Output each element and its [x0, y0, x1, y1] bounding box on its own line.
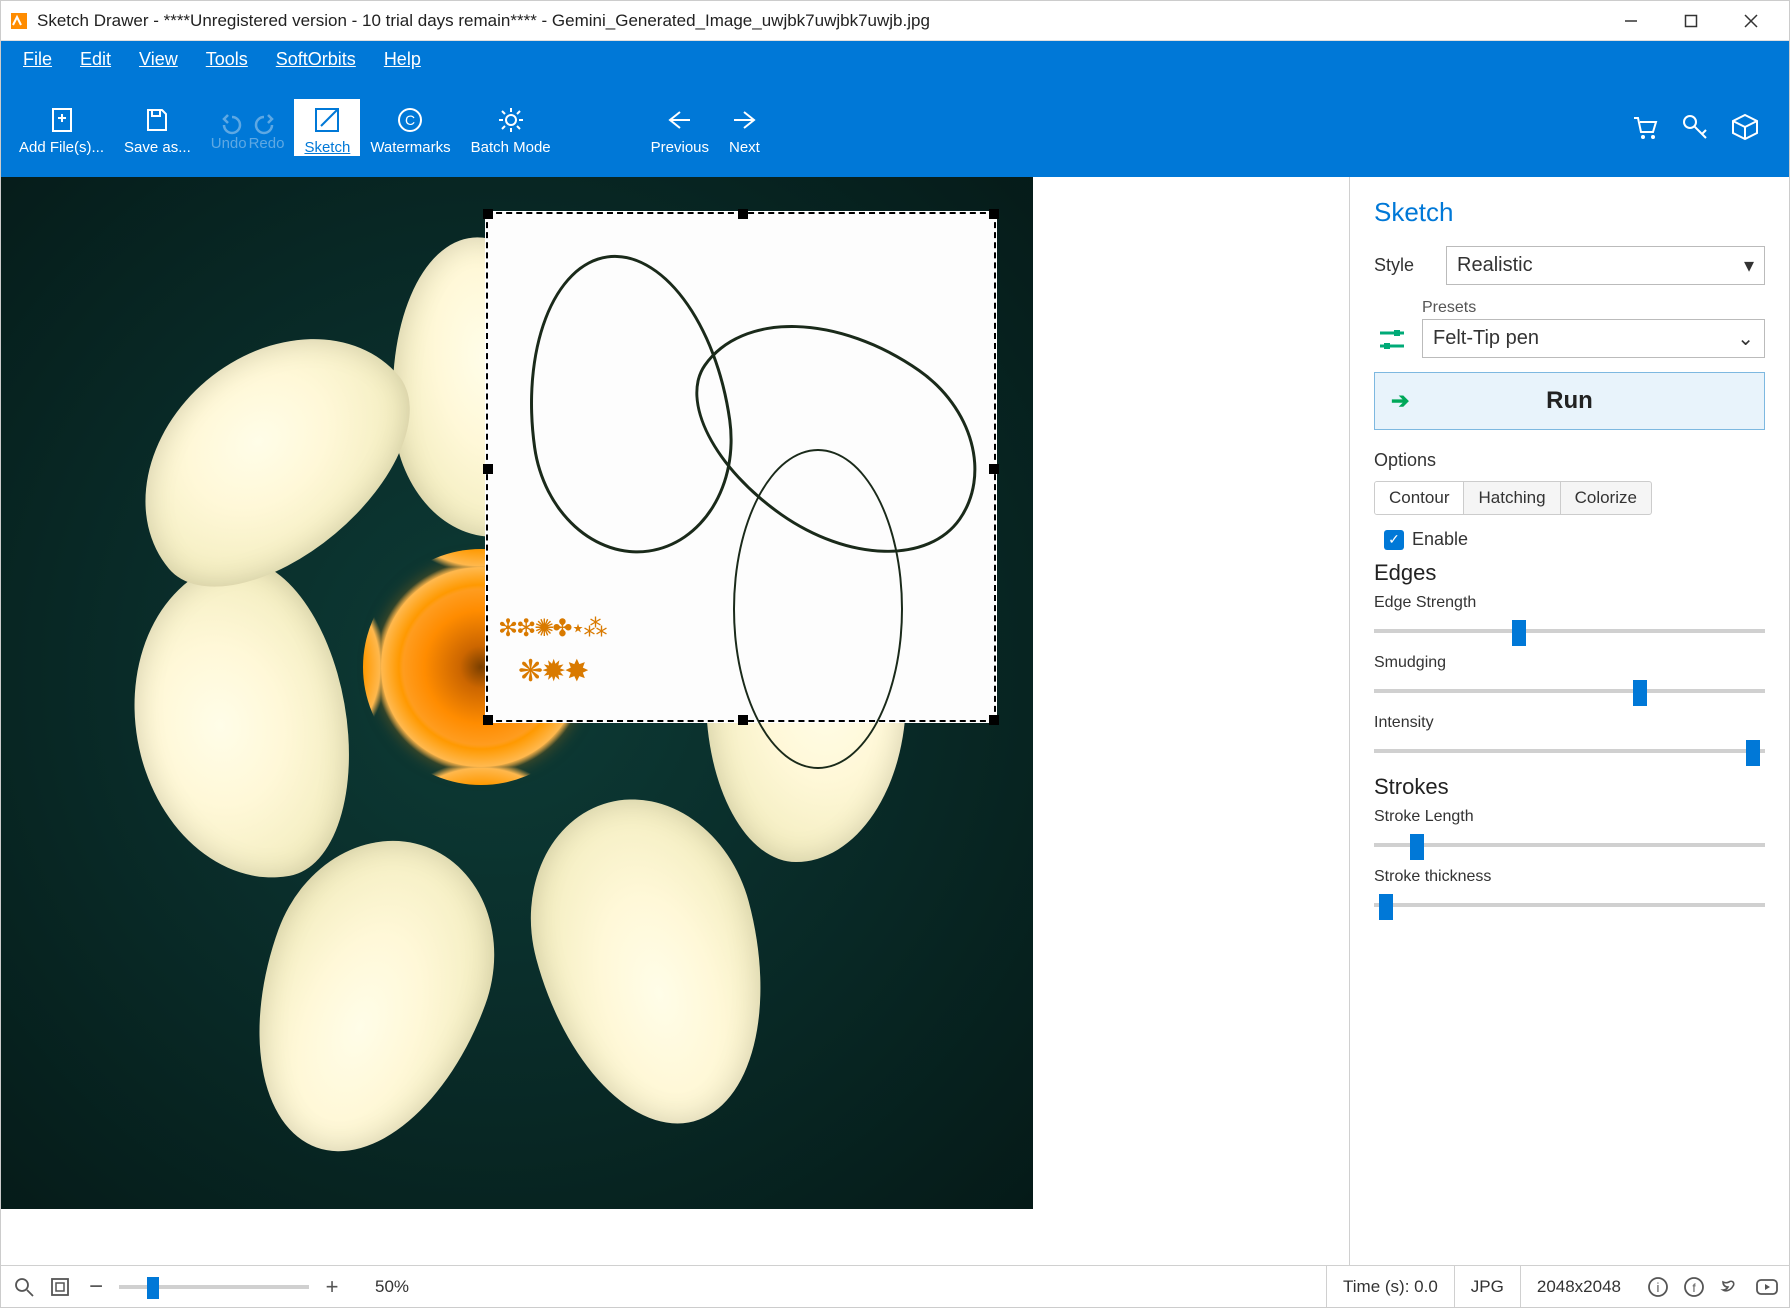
presets-select[interactable]: Felt-Tip pen ⌄: [1422, 319, 1765, 358]
options-label: Options: [1374, 450, 1765, 471]
save-icon: [142, 105, 172, 135]
zoom-out-button[interactable]: −: [83, 1274, 109, 1300]
ribbon: Add File(s)... Save as... Undo Redo Sket…: [1, 77, 1789, 177]
menu-softorbits[interactable]: SoftOrbits: [262, 49, 370, 70]
menubar: File Edit View Tools SoftOrbits Help: [1, 41, 1789, 77]
stroke-thickness-slider[interactable]: [1374, 890, 1765, 920]
statusbar: − + 50% Time (s): 0.0 JPG 2048x2048 i f: [1, 1265, 1789, 1307]
style-select[interactable]: Realistic ▾: [1446, 246, 1765, 285]
preview-selection[interactable]: ✻❇✺✤⋆⁂ ❋✹✸: [486, 212, 996, 722]
smudging-slider[interactable]: [1374, 676, 1765, 706]
undo-icon[interactable]: [220, 113, 246, 135]
chevron-down-icon: ⌄: [1737, 326, 1754, 351]
twitter-icon[interactable]: [1719, 1276, 1741, 1298]
stroke-length-label: Stroke Length: [1374, 808, 1765, 826]
style-label: Style: [1374, 255, 1434, 276]
smudging-label: Smudging: [1374, 654, 1765, 672]
edge-strength-label: Edge Strength: [1374, 594, 1765, 612]
chevron-down-icon: ▾: [1744, 253, 1754, 278]
zoom-actual-icon[interactable]: [11, 1274, 37, 1300]
undo-redo-group: Undo Redo: [201, 103, 295, 152]
maximize-button[interactable]: [1661, 1, 1721, 41]
run-button[interactable]: ➔ Run: [1374, 372, 1765, 430]
zoom-in-button[interactable]: +: [319, 1274, 345, 1300]
svg-text:f: f: [1692, 1281, 1696, 1295]
window-controls: [1601, 1, 1781, 41]
app-window: Sketch Drawer - ****Unregistered version…: [0, 0, 1790, 1308]
svg-text:C: C: [405, 112, 415, 128]
edge-strength-slider[interactable]: [1374, 616, 1765, 646]
titlebar: Sketch Drawer - ****Unregistered version…: [1, 1, 1789, 41]
batch-mode-button[interactable]: Batch Mode: [461, 99, 561, 156]
status-time: Time (s): 0.0: [1326, 1266, 1454, 1307]
enable-checkbox[interactable]: ✓: [1384, 530, 1404, 550]
redo-icon[interactable]: [250, 113, 276, 135]
close-button[interactable]: [1721, 1, 1781, 41]
menu-view[interactable]: View: [125, 49, 192, 70]
previous-button[interactable]: Previous: [641, 99, 719, 156]
info-icon[interactable]: i: [1647, 1276, 1669, 1298]
edges-heading: Edges: [1374, 560, 1765, 586]
menu-tools[interactable]: Tools: [192, 49, 262, 70]
enable-label: Enable: [1412, 529, 1468, 550]
canvas-area[interactable]: ✻❇✺✤⋆⁂ ❋✹✸: [1, 177, 1349, 1265]
status-dimensions: 2048x2048: [1520, 1266, 1637, 1307]
minimize-button[interactable]: [1601, 1, 1661, 41]
next-button[interactable]: Next: [719, 99, 770, 156]
box-icon[interactable]: [1729, 111, 1761, 143]
gear-icon: [496, 105, 526, 135]
menu-help[interactable]: Help: [370, 49, 435, 70]
tab-colorize[interactable]: Colorize: [1561, 482, 1651, 514]
fit-screen-icon[interactable]: [47, 1274, 73, 1300]
cart-icon[interactable]: [1629, 111, 1661, 143]
presets-settings-icon[interactable]: [1374, 322, 1410, 358]
add-files-button[interactable]: Add File(s)...: [9, 99, 114, 156]
stroke-thickness-label: Stroke thickness: [1374, 868, 1765, 886]
tab-hatching[interactable]: Hatching: [1464, 482, 1560, 514]
menu-edit[interactable]: Edit: [66, 49, 125, 70]
sketch-panel: Sketch Style Realistic ▾ Presets Felt-Ti…: [1349, 177, 1789, 1265]
arrow-right-icon: [729, 105, 759, 135]
add-file-icon: [47, 105, 77, 135]
run-arrow-icon: ➔: [1391, 388, 1409, 414]
watermarks-button[interactable]: C Watermarks: [360, 99, 460, 156]
facebook-icon[interactable]: f: [1683, 1276, 1705, 1298]
intensity-label: Intensity: [1374, 714, 1765, 732]
sketch-icon: [312, 105, 342, 135]
zoom-value: 50%: [375, 1277, 409, 1297]
body: ✻❇✺✤⋆⁂ ❋✹✸ Sketch Style: [1, 177, 1789, 1265]
menu-file[interactable]: File: [9, 49, 66, 70]
arrow-left-icon: [665, 105, 695, 135]
copyright-icon: C: [395, 105, 425, 135]
youtube-icon[interactable]: [1755, 1277, 1779, 1297]
window-title: Sketch Drawer - ****Unregistered version…: [37, 11, 1601, 31]
presets-label: Presets: [1422, 299, 1765, 317]
ribbon-right: [1629, 111, 1781, 143]
app-icon: [9, 11, 29, 31]
status-format: JPG: [1454, 1266, 1520, 1307]
stroke-length-slider[interactable]: [1374, 830, 1765, 860]
image-canvas[interactable]: ✻❇✺✤⋆⁂ ❋✹✸: [1, 177, 1033, 1209]
strokes-heading: Strokes: [1374, 774, 1765, 800]
save-as-button[interactable]: Save as...: [114, 99, 201, 156]
svg-text:i: i: [1657, 1280, 1660, 1295]
sketch-button[interactable]: Sketch: [294, 99, 360, 156]
key-icon[interactable]: [1679, 111, 1711, 143]
panel-heading: Sketch: [1374, 197, 1765, 228]
tab-contour[interactable]: Contour: [1375, 482, 1464, 514]
zoom-slider[interactable]: [119, 1272, 309, 1302]
options-tabs: Contour Hatching Colorize: [1374, 481, 1652, 515]
intensity-slider[interactable]: [1374, 736, 1765, 766]
